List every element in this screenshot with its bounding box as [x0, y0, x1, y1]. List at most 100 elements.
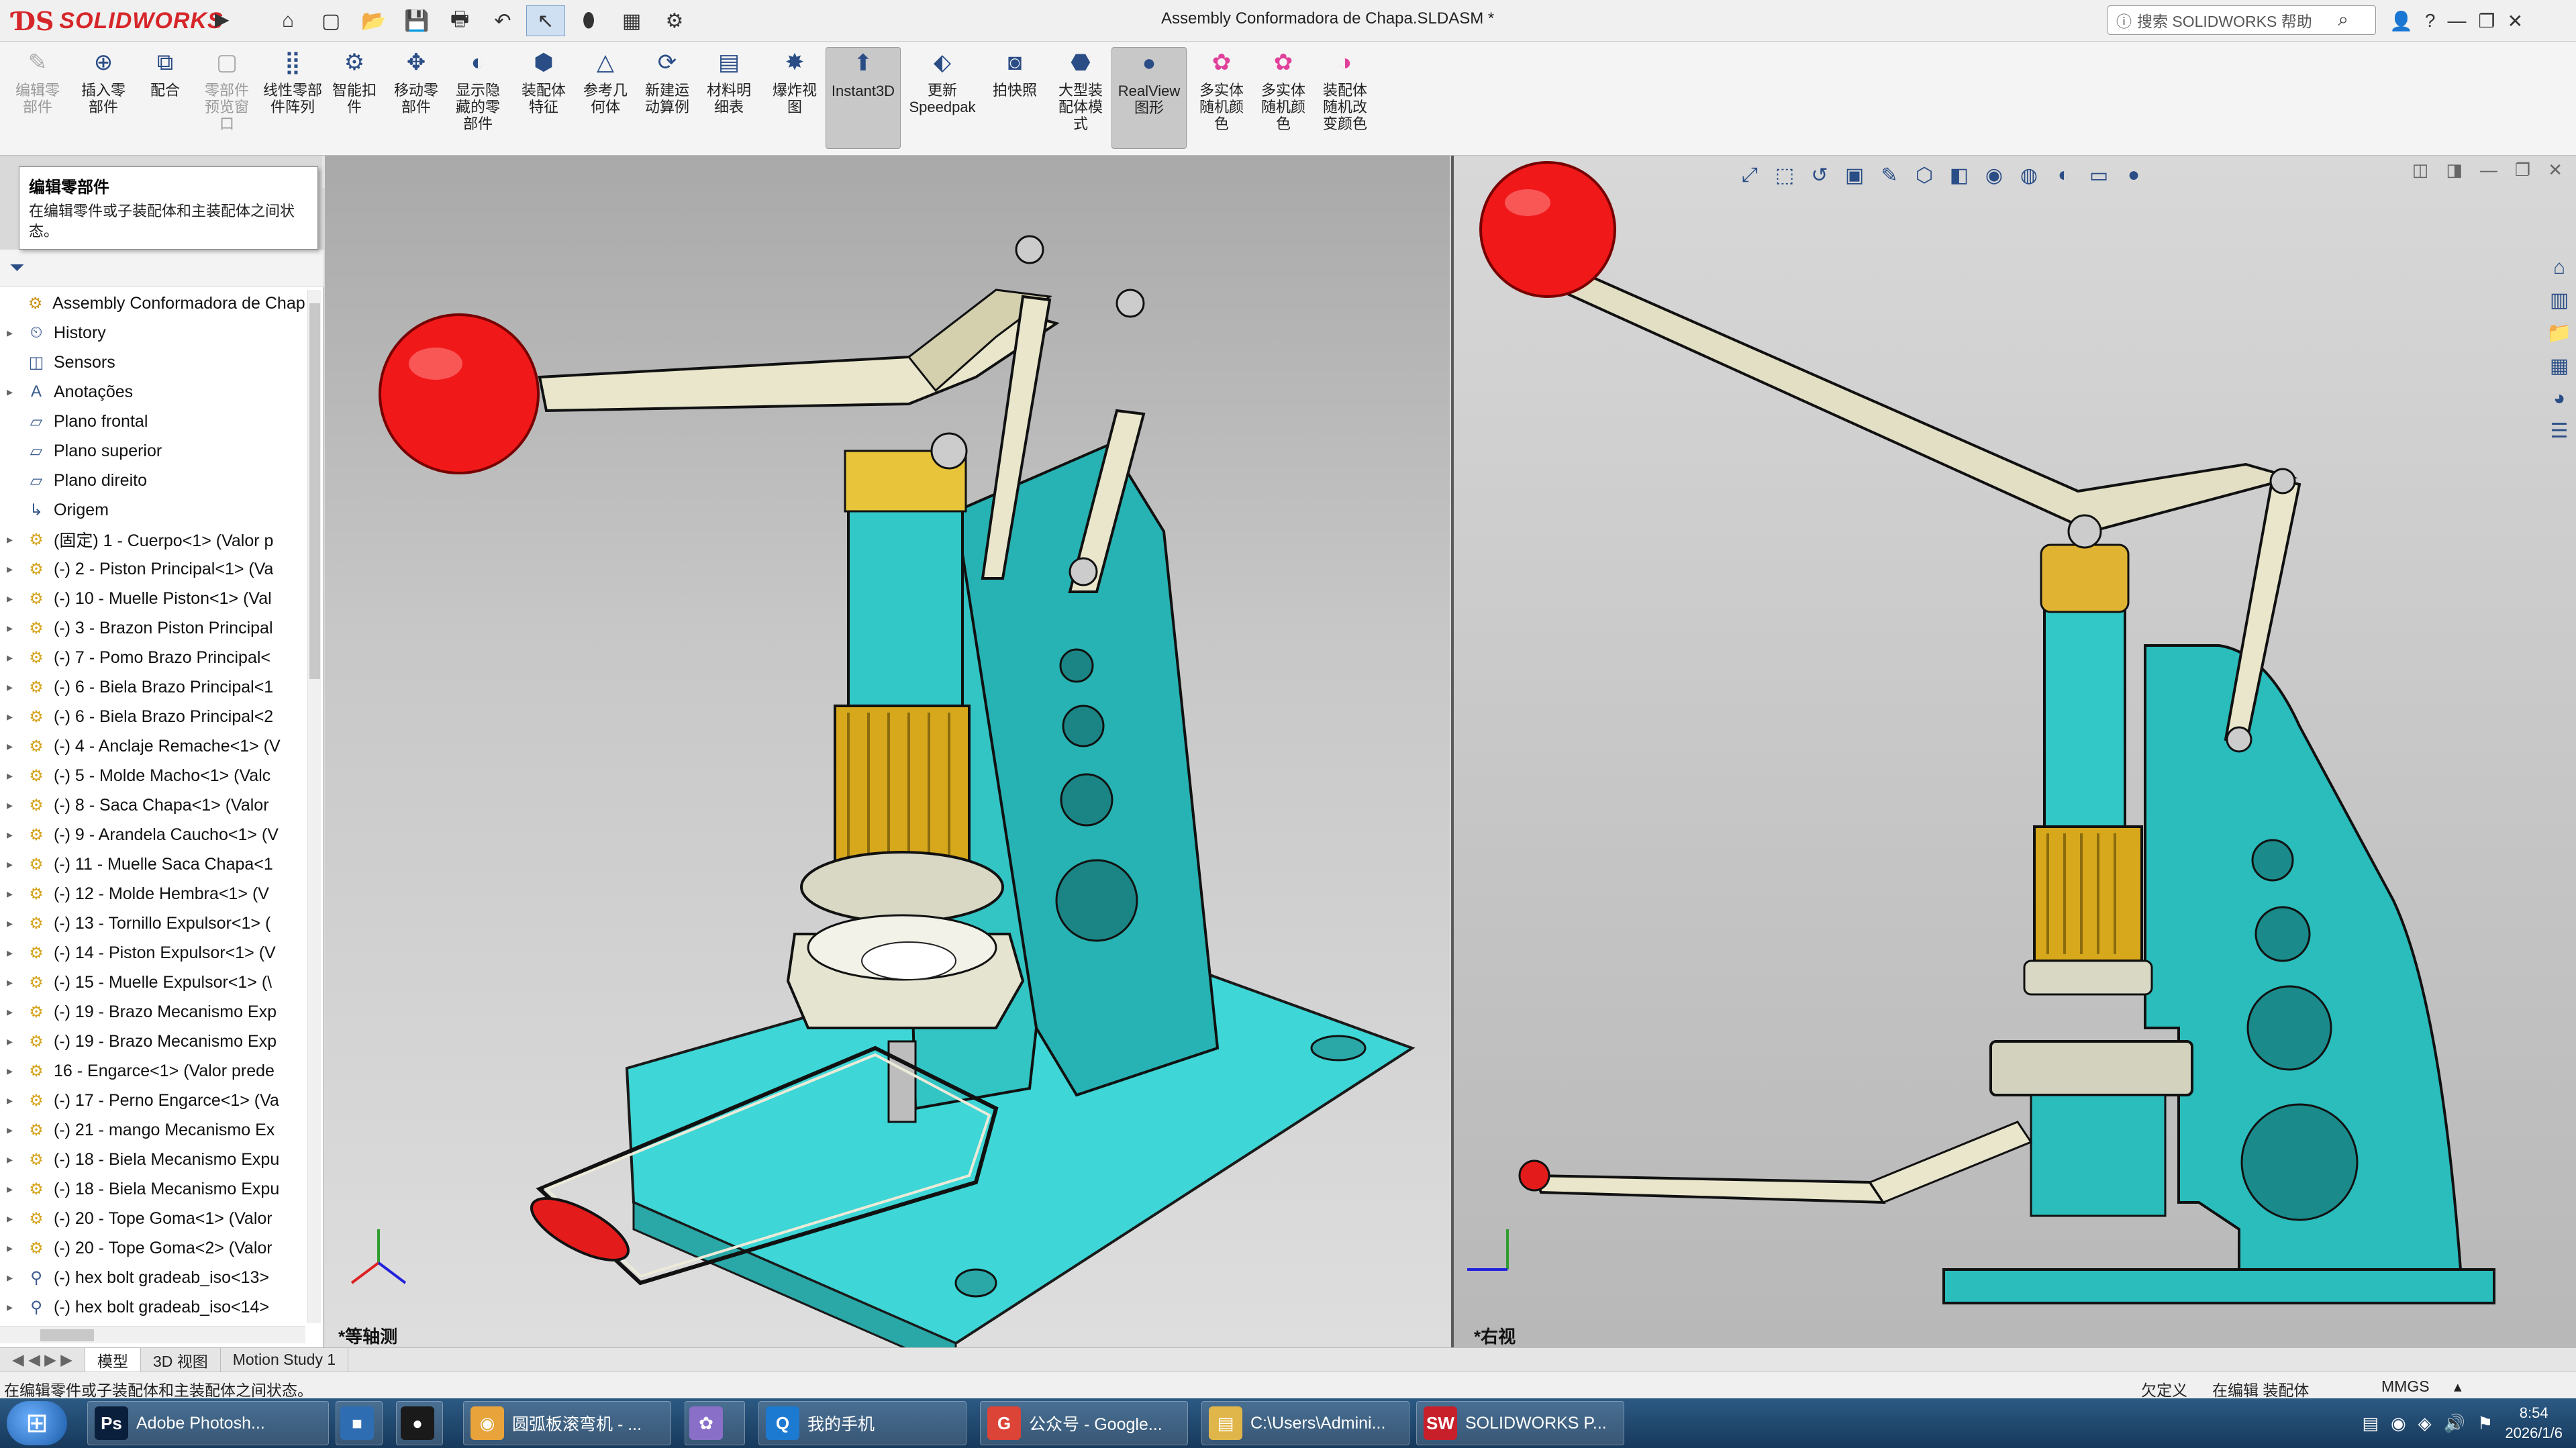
expand-arrow-icon[interactable]: ▸ — [7, 1123, 20, 1137]
units-dropdown-icon[interactable]: ▴ — [2454, 1378, 2462, 1396]
bottom-tab[interactable]: 模型 — [85, 1347, 141, 1372]
view-settings-icon[interactable]: ▭ — [2085, 164, 2113, 187]
expand-arrow-icon[interactable]: ▸ — [7, 1182, 20, 1196]
tree-item[interactable]: ▸ ⚙ (-) 3 - Brazon Piston Principal — [0, 613, 305, 643]
ribbon-button-9[interactable]: △ 参考几 何体 — [575, 47, 636, 149]
tree-item[interactable]: ▸ A Anotações — [0, 377, 305, 407]
expand-arrow-icon[interactable]: ▸ — [7, 798, 20, 813]
taskbar-button[interactable]: ■ — [336, 1401, 383, 1445]
ribbon-button-10[interactable]: ⟳ 新建运 动算例 — [636, 47, 698, 149]
ribbon-button-0[interactable]: ✎ 编辑零 部件 — [7, 47, 68, 149]
view-palette-icon[interactable]: ▦ — [2550, 354, 2569, 378]
tree-item[interactable]: ▸ ⚲ (-) hex bolt gradeab_iso<13> — [0, 1263, 305, 1292]
zoom-to-fit-icon[interactable]: ⤢ — [1736, 164, 1764, 187]
expand-arrow-icon[interactable]: ▸ — [7, 385, 20, 399]
expand-arrow-icon[interactable]: ▸ — [7, 710, 20, 724]
hide-show-items-icon[interactable]: ◉ — [1980, 164, 2008, 187]
expand-arrow-icon[interactable]: ▸ — [7, 1300, 20, 1314]
save-icon[interactable]: 💾 — [397, 5, 436, 36]
ribbon-button-19[interactable]: ✿ 多实体 随机颜 色 — [1252, 47, 1314, 149]
viewport-close-icon[interactable]: ✕ — [2548, 160, 2563, 180]
tree-item[interactable]: ▸ ⚙ (-) 2 - Piston Principal<1> (Va — [0, 554, 305, 584]
edit-appearance-icon[interactable]: ◍ — [2015, 164, 2043, 187]
expand-arrow-icon[interactable]: ▸ — [7, 1153, 20, 1167]
traffic-light-icon[interactable]: ⬮ — [569, 5, 608, 36]
tree-item[interactable]: ▸ ⚙ (固定) 1 - Cuerpo<1> (Valor p — [0, 525, 305, 554]
tree-item[interactable]: ▸ ⚙ (-) 10 - Muelle Piston<1> (Val — [0, 584, 305, 613]
viewport-minimize-icon[interactable]: — — [2480, 160, 2497, 180]
taskbar-button[interactable]: ◉ 圆弧板滚弯机 - ... — [463, 1401, 671, 1445]
viewport-collapse-icon[interactable]: ◫ — [2412, 160, 2429, 180]
tree-item[interactable]: ▸ ⚙ (-) 14 - Piston Expulsor<1> (V — [0, 938, 305, 968]
tree-item[interactable]: ▸ ⚙ (-) 18 - Biela Mecanismo Expu — [0, 1145, 305, 1174]
ribbon-button-20[interactable]: ◑ 装配体 随机改 变颜色 — [1314, 47, 1376, 149]
ribbon-button-18[interactable]: ✿ 多实体 随机颜 色 — [1191, 47, 1252, 149]
taskbar-button[interactable]: SW SOLIDWORKS P... — [1416, 1401, 1624, 1445]
expand-arrow-icon[interactable]: ▸ — [7, 976, 20, 990]
viewport-expand-icon[interactable]: ◨ — [2446, 160, 2463, 180]
ribbon-button-17[interactable]: ● RealView 图形 — [1111, 47, 1187, 149]
user-icon[interactable]: 👤 — [2389, 10, 2413, 32]
ribbon-button-12[interactable]: ✸ 爆炸视 图 — [764, 47, 826, 149]
display-style-icon[interactable]: ◧ — [1945, 164, 1973, 187]
tree-vertical-scrollbar[interactable] — [307, 290, 321, 1323]
expand-arrow-icon[interactable]: ▸ — [7, 562, 20, 576]
options-gear-icon[interactable]: ⚙ — [655, 5, 694, 36]
help-menu-icon[interactable]: ? — [2425, 10, 2436, 32]
tree-item[interactable]: ▸ ⚙ (-) 8 - Saca Chapa<1> (Valor — [0, 790, 305, 820]
tray-network-icon[interactable]: ▤ — [2362, 1413, 2379, 1434]
ribbon-button-14[interactable]: ⬖ 更新 Speedpak — [905, 47, 980, 149]
help-search-input[interactable]: ⓘ 搜索 SOLIDWORKS 帮助 ⌕ — [2108, 5, 2376, 35]
appearances-icon[interactable]: ◕ — [2553, 387, 2565, 410]
minimize-icon[interactable]: — — [2447, 10, 2466, 32]
bottom-tab[interactable]: Motion Study 1 — [221, 1347, 349, 1372]
close-icon[interactable]: ✕ — [2508, 10, 2523, 32]
expand-arrow-icon[interactable]: ▸ — [7, 680, 20, 694]
view-orientation-icon[interactable]: ⬡ — [1910, 164, 1938, 187]
expand-arrow-icon[interactable]: ▸ — [7, 1005, 20, 1019]
ribbon-button-15[interactable]: ◙ 拍快照 — [984, 47, 1046, 149]
scroll-thumb[interactable] — [309, 303, 320, 679]
new-document-icon[interactable]: ▢ — [311, 5, 350, 36]
menu-expand-icon[interactable]: ▶ — [215, 8, 230, 30]
expand-arrow-icon[interactable]: ▸ — [7, 592, 20, 606]
tree-item[interactable]: ▱ Plano superior — [0, 436, 305, 466]
taskbar-button[interactable]: ● — [396, 1401, 443, 1445]
expand-arrow-icon[interactable]: ▸ — [7, 828, 20, 842]
tree-item[interactable]: ↳ Origem — [0, 495, 305, 525]
tray-security-icon[interactable]: ◈ — [2418, 1413, 2432, 1434]
tree-item[interactable]: ▸ ⚙ (-) 9 - Arandela Caucho<1> (V — [0, 820, 305, 849]
scroll-thumb[interactable] — [40, 1329, 94, 1341]
tree-item[interactable]: ▸ ⚙ (-) 20 - Tope Goma<2> (Valor — [0, 1233, 305, 1263]
solidworks-logo[interactable]: ƊS SOLIDWORKS — [13, 4, 223, 38]
viewport-isometric[interactable]: *等轴测 — [325, 156, 1450, 1347]
taskbar-button[interactable]: Ps Adobe Photosh... — [87, 1401, 329, 1445]
viewport-right[interactable]: ⤢ ⬚ ↺ ▣ ✎ ⬡ ◧ ◉ ◍ ◐ ▭ ● ◫ ◨ — ❐ ✕ ⌂ ▥ 📁 … — [1451, 156, 2576, 1347]
ribbon-button-13[interactable]: ⬆ Instant3D — [826, 47, 901, 149]
home-icon[interactable]: ⌂ — [2553, 256, 2565, 279]
expand-arrow-icon[interactable]: ▸ — [7, 1212, 20, 1226]
tree-item[interactable]: ▸ ⚙ 16 - Engarce<1> (Valor prede — [0, 1056, 305, 1086]
tray-volume-icon[interactable]: 🔊 — [2444, 1413, 2465, 1434]
ribbon-button-16[interactable]: ⬣ 大型装 配体模 式 — [1050, 47, 1111, 149]
expand-arrow-icon[interactable]: ▸ — [7, 946, 20, 960]
print-icon[interactable]: 🖶 — [440, 5, 479, 36]
expand-arrow-icon[interactable]: ▸ — [7, 533, 20, 547]
tree-item[interactable]: ▸ ⚲ (-) hex bolt gradeab_iso<14> — [0, 1292, 305, 1322]
expand-arrow-icon[interactable]: ▸ — [7, 917, 20, 931]
ribbon-button-1[interactable]: ⊕ 插入零 部件 — [72, 47, 134, 149]
tab-scroll-controls[interactable]: ◀ ◀ ▶ ▶ — [0, 1347, 85, 1372]
realview-icon[interactable]: ● — [2120, 164, 2148, 187]
expand-arrow-icon[interactable]: ▸ — [7, 858, 20, 872]
ribbon-button-6[interactable]: ✥ 移动零 部件 — [385, 47, 447, 149]
section-view-icon[interactable]: ▣ — [1840, 164, 1869, 187]
tree-item[interactable]: ▱ Plano frontal — [0, 407, 305, 436]
expand-arrow-icon[interactable]: ▸ — [7, 1094, 20, 1108]
expand-arrow-icon[interactable]: ▸ — [7, 651, 20, 665]
file-properties-icon[interactable]: ▦ — [612, 5, 651, 36]
expand-arrow-icon[interactable]: ▸ — [7, 739, 20, 754]
ribbon-button-7[interactable]: ◐ 显示隐 藏的零 部件 — [447, 47, 509, 149]
expand-arrow-icon[interactable]: ▸ — [7, 887, 20, 901]
expand-arrow-icon[interactable]: ▸ — [7, 326, 20, 340]
tree-item[interactable]: ▸ ⚙ (-) 21 - mango Mecanismo Ex — [0, 1115, 305, 1145]
